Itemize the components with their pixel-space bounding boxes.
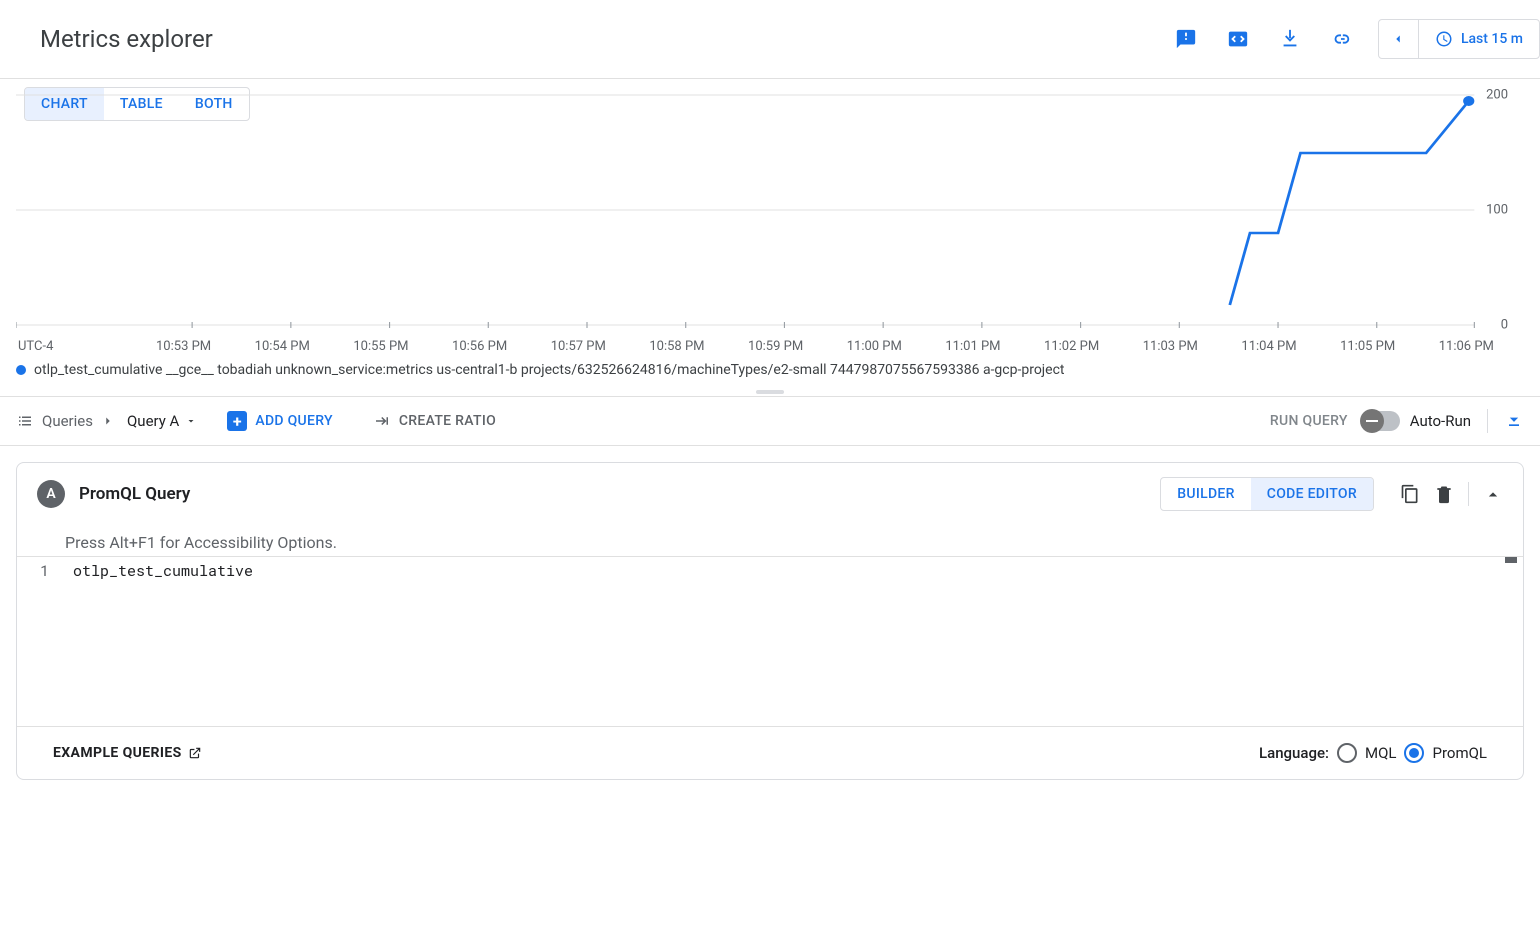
x-tick: 10:53 PM (156, 339, 211, 354)
open-in-new-icon (188, 746, 202, 760)
time-range-selector: Last 15 m (1378, 19, 1540, 59)
ratio-arrow-icon (373, 412, 391, 430)
example-queries-link[interactable]: EXAMPLE QUERIES (53, 745, 202, 761)
drag-handle[interactable] (16, 390, 1524, 396)
collapse-all-button[interactable] (1504, 411, 1524, 431)
query-badge: A (37, 480, 65, 508)
x-tick: 11:02 PM (1044, 339, 1099, 354)
example-queries-label: EXAMPLE QUERIES (53, 745, 182, 761)
x-tick: 10:59 PM (748, 339, 803, 354)
timezone-label: UTC-4 (16, 339, 76, 354)
y-tick-0: 0 (1501, 318, 1508, 333)
list-icon (16, 412, 34, 430)
x-axis: UTC-4 10:53 PM 10:54 PM 10:55 PM 10:56 P… (16, 335, 1524, 354)
create-ratio-label: CREATE RATIO (399, 413, 496, 429)
time-range-label: Last 15 m (1461, 31, 1523, 47)
caret-down-icon (185, 415, 197, 427)
x-tick: 10:54 PM (255, 339, 310, 354)
query-panel-footer: EXAMPLE QUERIES Language: MQL PromQL (17, 726, 1523, 779)
time-range-button[interactable]: Last 15 m (1419, 30, 1539, 48)
builder-mode-button[interactable]: BUILDER (1161, 478, 1251, 510)
chevron-right-icon (101, 414, 115, 428)
page-title: Metrics explorer (40, 25, 213, 53)
query-selector[interactable]: Query A (127, 412, 197, 430)
x-tick: 11:06 PM (1439, 339, 1494, 354)
x-tick: 10:55 PM (353, 339, 408, 354)
x-tick: 11:03 PM (1143, 339, 1198, 354)
copy-query-button[interactable] (1400, 484, 1420, 504)
top-bar: Metrics explorer Last 15 m (0, 0, 1540, 79)
run-query-button[interactable]: RUN QUERY (1270, 413, 1348, 429)
line-number: 1 (21, 561, 49, 581)
gutter: 1 (17, 557, 65, 726)
x-tick: 11:01 PM (945, 339, 1000, 354)
clock-icon (1435, 30, 1453, 48)
x-tick: 11:00 PM (847, 339, 902, 354)
auto-run-label: Auto-Run (1410, 412, 1471, 430)
divider (1468, 482, 1469, 506)
divider (1487, 409, 1488, 433)
create-ratio-button[interactable]: CREATE RATIO (373, 412, 496, 430)
language-label: Language: (1259, 744, 1329, 762)
query-panel-header: A PromQL Query BUILDER CODE EDITOR (17, 463, 1523, 525)
chart-legend: otlp_test_cumulative __gce__ tobadiah un… (16, 354, 1524, 390)
queries-dropdown[interactable]: Queries (16, 412, 115, 430)
query-panel-title: PromQL Query (79, 484, 190, 504)
auto-run-toggle[interactable] (1364, 411, 1400, 431)
radio-icon (1404, 743, 1424, 763)
link-icon[interactable] (1318, 15, 1366, 63)
accessibility-hint: Press Alt+F1 for Accessibility Options. (17, 525, 1523, 556)
chart-area: CHART TABLE BOTH (0, 79, 1540, 396)
x-tick: 10:58 PM (649, 339, 704, 354)
download-icon[interactable] (1266, 15, 1314, 63)
y-tick-200: 200 (1486, 88, 1508, 103)
chart: 200 100 0 (16, 85, 1508, 335)
code-icon[interactable] (1214, 15, 1262, 63)
legend-color-dot (16, 365, 26, 375)
queries-label-text: Queries (42, 412, 93, 430)
add-query-button[interactable]: + ADD QUERY (227, 411, 333, 431)
queries-bar: Queries Query A + ADD QUERY CREATE RATIO… (0, 396, 1540, 446)
feedback-icon[interactable] (1162, 15, 1210, 63)
time-range-prev-button[interactable] (1379, 19, 1419, 59)
plus-icon: + (227, 411, 247, 431)
radio-label: MQL (1365, 744, 1397, 762)
query-panel: A PromQL Query BUILDER CODE EDITOR Press… (16, 462, 1524, 780)
y-tick-100: 100 (1486, 203, 1508, 218)
language-mql-radio[interactable]: MQL (1337, 743, 1397, 763)
x-ticks: 10:53 PM 10:54 PM 10:55 PM 10:56 PM 10:5… (76, 339, 1524, 354)
collapse-panel-button[interactable] (1483, 484, 1503, 504)
radio-icon (1337, 743, 1357, 763)
code-editor-mode-button[interactable]: CODE EDITOR (1251, 478, 1373, 510)
x-tick: 10:56 PM (452, 339, 507, 354)
query-selector-label: Query A (127, 412, 179, 430)
x-tick: 11:05 PM (1340, 339, 1395, 354)
editor-mode-toggle: BUILDER CODE EDITOR (1160, 477, 1374, 511)
chart-svg (16, 85, 1508, 335)
language-promql-radio[interactable]: PromQL (1404, 743, 1487, 763)
radio-label: PromQL (1432, 744, 1487, 762)
code-editor[interactable]: 1 otlp_test_cumulative (17, 556, 1523, 726)
cursor-indicator (1505, 557, 1517, 563)
add-query-label: ADD QUERY (255, 413, 333, 429)
x-tick: 10:57 PM (551, 339, 606, 354)
x-tick: 11:04 PM (1241, 339, 1296, 354)
legend-text: otlp_test_cumulative __gce__ tobadiah un… (34, 362, 1065, 378)
top-actions: Last 15 m (1162, 15, 1540, 63)
code-line: otlp_test_cumulative (65, 557, 1523, 726)
delete-query-button[interactable] (1434, 484, 1454, 504)
